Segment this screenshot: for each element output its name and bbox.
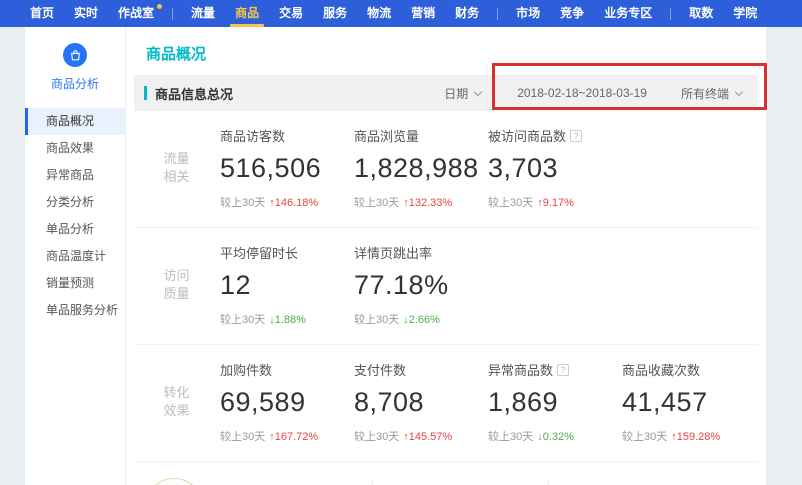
sidebar-item-single-product-analysis[interactable]: 单品分析 <box>25 216 125 243</box>
section-header: 商品信息总况 日期 2018-02-18~2018-03-19 所有终端 <box>134 75 758 111</box>
terminal-dropdown-value: 所有终端 <box>681 85 729 102</box>
shopping-bag-icon <box>69 49 82 62</box>
metric-value: 41,457 <box>622 387 756 418</box>
nav-divider <box>497 8 498 20</box>
metric-label: 平均停留时长 <box>220 243 298 262</box>
metric-label: 商品收藏次数 <box>622 360 700 379</box>
nav-item-traffic[interactable]: 流量 <box>181 0 225 27</box>
metric-compare: 较上30天↓1.88% <box>220 311 354 327</box>
group-label: 流量相关 <box>134 126 220 210</box>
metric-value: 77.18% <box>354 270 488 301</box>
metric-compare: 较上30天↑167.72% <box>220 428 354 444</box>
metric-compare: 较上30天↑9.17% <box>488 194 622 210</box>
sidebar-menu: 商品概况 商品效果 异常商品 分类分析 单品分析 商品温度计 销量预测 单品服务… <box>25 108 125 324</box>
sidebar-section-title: 商品分析 <box>25 75 125 92</box>
metric-product-pageviews: 商品浏览量 1,828,988 较上30天↑132.33% <box>354 126 488 210</box>
metric-favorites: 商品收藏次数 41,457 较上30天↑159.28% <box>622 360 756 444</box>
nav-divider <box>670 8 671 20</box>
help-icon[interactable]: ? <box>557 364 569 376</box>
metric-value: 516,506 <box>220 153 354 184</box>
product-analysis-icon <box>63 43 87 67</box>
nav-item-competition[interactable]: 竞争 <box>550 0 594 27</box>
metric-value: 12 <box>220 270 354 301</box>
nav-divider <box>172 8 173 20</box>
main-panel: 商品概况 商品信息总况 日期 2018-02-18~2018-03-19 所有终… <box>125 27 766 485</box>
metric-value: 3,703 <box>488 153 622 184</box>
insight-conversion: 转化效果解析 加购转化率表现还不错，但支付转化率低于同行平均，赶快到异常商品并结… <box>548 478 724 485</box>
metric-compare: 较上30天↓0.32% <box>488 428 622 444</box>
nav-item-trade[interactable]: 交易 <box>269 0 313 27</box>
metric-detail-bounce-rate: 详情页跳出率 77.18% 较上30天↓2.66% <box>354 243 488 327</box>
group-label: 转化效果 <box>134 360 220 444</box>
nav-item-home[interactable]: 首页 <box>20 0 64 27</box>
nav-item-warroom-label: 作战室 <box>118 6 154 20</box>
nav-item-market[interactable]: 市场 <box>506 0 550 27</box>
nav-item-realtime[interactable]: 实时 <box>64 0 108 27</box>
metric-value: 1,869 <box>488 387 622 418</box>
metric-visited-products: 被访问商品数 ? 3,703 较上30天↑9.17% <box>488 126 622 210</box>
nav-item-academy[interactable]: 学院 <box>723 0 767 27</box>
nav-item-warroom[interactable]: 作战室 <box>108 0 164 27</box>
metric-label: 详情页跳出率 <box>354 243 432 262</box>
sidebar: 商品分析 商品概况 商品效果 异常商品 分类分析 单品分析 商品温度计 销量预测… <box>25 27 125 485</box>
metric-avg-stay-time: 平均停留时长 12 较上30天↓1.88% <box>220 243 354 327</box>
metric-value: 1,828,988 <box>354 153 488 184</box>
page-title: 商品概况 <box>146 43 766 64</box>
metric-label: 加购件数 <box>220 360 272 379</box>
metric-value: 8,708 <box>354 387 488 418</box>
seven-day-badge: 7天 数据解读 <box>145 478 203 485</box>
nav-item-products[interactable]: 商品 <box>225 0 269 27</box>
metric-product-visitors: 商品访客数 516,506 较上30天↑146.18% <box>220 126 354 210</box>
metric-compare: 较上30天↓2.66% <box>354 311 488 327</box>
metric-compare: 较上30天↑145.57% <box>354 428 488 444</box>
metric-row-traffic: 流量相关 商品访客数 516,506 较上30天↑146.18% 商品浏览量 1… <box>134 111 758 228</box>
sidebar-item-sales-forecast[interactable]: 销量预测 <box>25 270 125 297</box>
metric-label: 支付件数 <box>354 360 406 379</box>
notification-dot <box>157 4 162 9</box>
metric-value: 69,589 <box>220 387 354 418</box>
date-dropdown-label: 日期 <box>444 85 468 102</box>
metric-label: 被访问商品数 <box>488 126 566 145</box>
sidebar-item-single-product-service[interactable]: 单品服务分析 <box>25 297 125 324</box>
nav-item-service[interactable]: 服务 <box>313 0 357 27</box>
metric-abnormal-products: 异常商品数 ? 1,869 较上30天↓0.32% <box>488 360 622 444</box>
nav-item-finance[interactable]: 财务 <box>445 0 489 27</box>
chevron-down-icon <box>474 87 482 95</box>
insight-visit-quality: 访问质量解析 虽然商品详情页日均跳出率比同行平均好，但平均停留时间低于同行平均，… <box>372 478 548 485</box>
date-dropdown[interactable]: 日期 <box>444 85 483 102</box>
metric-paid-items: 支付件数 8,708 较上30天↑145.57% <box>354 360 488 444</box>
sidebar-item-product-thermometer[interactable]: 商品温度计 <box>25 243 125 270</box>
accent-bar <box>144 86 147 100</box>
help-icon[interactable]: ? <box>570 130 582 142</box>
chevron-down-icon <box>735 87 743 95</box>
insight-traffic: 流量相关解析 <box>214 478 372 485</box>
sidebar-item-product-overview[interactable]: 商品概况 <box>25 108 125 135</box>
metric-compare: 较上30天↑146.18% <box>220 194 354 210</box>
nav-item-logistics[interactable]: 物流 <box>357 0 401 27</box>
nav-item-data-extract[interactable]: 取数 <box>679 0 723 27</box>
metric-cart-adds: 加购件数 69,589 较上30天↑167.72% <box>220 360 354 444</box>
metric-compare: 较上30天↑159.28% <box>622 428 756 444</box>
section-title: 商品信息总况 <box>155 84 233 103</box>
metric-label: 商品访客数 <box>220 126 285 145</box>
metrics: 流量相关 商品访客数 516,506 较上30天↑146.18% 商品浏览量 1… <box>134 111 758 462</box>
metric-label: 商品浏览量 <box>354 126 419 145</box>
sidebar-item-abnormal-products[interactable]: 异常商品 <box>25 162 125 189</box>
nav-item-marketing[interactable]: 营销 <box>401 0 445 27</box>
metric-row-conversion: 转化效果 加购件数 69,589 较上30天↑167.72% 支付件数 8,70… <box>134 345 758 462</box>
top-nav: 首页 实时 作战室 流量 商品 交易 服务 物流 营销 财务 市场 竞争 业务专… <box>0 0 802 27</box>
nav-item-business-zone[interactable]: 业务专区 <box>594 0 662 27</box>
terminal-dropdown[interactable]: 所有终端 <box>681 85 744 102</box>
date-range-value[interactable]: 2018-02-18~2018-03-19 <box>517 86 647 100</box>
group-label: 访问质量 <box>134 243 220 327</box>
sidebar-item-product-effect[interactable]: 商品效果 <box>25 135 125 162</box>
screen: 首页 实时 作战室 流量 商品 交易 服务 物流 营销 财务 市场 竞争 业务专… <box>0 0 802 485</box>
sidebar-item-category-analysis[interactable]: 分类分析 <box>25 189 125 216</box>
metric-compare: 较上30天↑132.33% <box>354 194 488 210</box>
metric-label: 异常商品数 <box>488 360 553 379</box>
insights-section: 7天 数据解读 流量相关解析 访问质量解析 虽然商品详情页日均跳出率比同行平均好… <box>134 462 758 485</box>
metric-row-visit-quality: 访问质量 平均停留时长 12 较上30天↓1.88% 详情页跳出率 77.18%… <box>134 228 758 345</box>
